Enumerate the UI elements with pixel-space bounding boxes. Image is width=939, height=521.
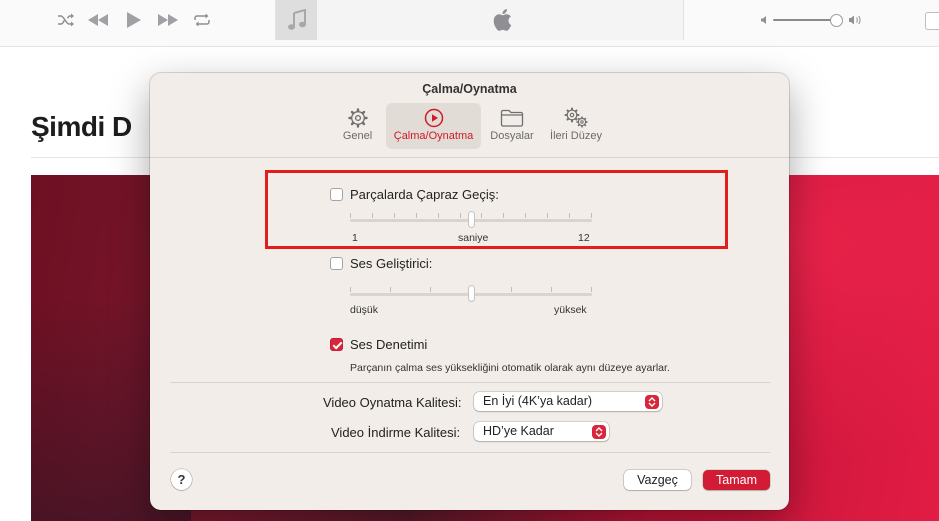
chevron-updown-icon bbox=[592, 424, 606, 439]
volume-slider[interactable] bbox=[760, 12, 864, 28]
list-button[interactable] bbox=[925, 12, 939, 30]
highlight-box bbox=[265, 170, 728, 249]
slider-tick bbox=[551, 287, 552, 292]
slider-tick bbox=[350, 287, 351, 292]
slider-knob[interactable] bbox=[468, 285, 475, 302]
sound-check-label: Ses Denetimi bbox=[350, 337, 428, 352]
tab-general[interactable]: Genel bbox=[338, 103, 377, 149]
slider-tick bbox=[430, 287, 431, 292]
fast-forward-icon[interactable] bbox=[156, 10, 180, 30]
sound-check-checkbox[interactable] bbox=[330, 338, 343, 351]
rewind-icon[interactable] bbox=[86, 10, 110, 30]
folder-icon bbox=[500, 107, 524, 129]
ok-button[interactable]: Tamam bbox=[703, 470, 770, 490]
play-icon[interactable] bbox=[122, 10, 146, 30]
dialog-title: Çalma/Oynatma bbox=[422, 82, 517, 96]
divider bbox=[170, 382, 770, 383]
music-note-icon bbox=[276, 0, 317, 40]
video-playback-quality-select[interactable]: En İyi (4K’ya kadar) bbox=[474, 392, 662, 411]
repeat-icon[interactable] bbox=[190, 10, 214, 30]
sound-enhancer-label: Ses Geliştirici: bbox=[350, 256, 433, 271]
volume-knob[interactable] bbox=[830, 14, 843, 27]
gears-icon bbox=[563, 107, 589, 129]
shuffle-icon[interactable] bbox=[54, 10, 78, 30]
playback-preferences-dialog: Çalma/Oynatma Genel Çalma/Oynatma Dosyal… bbox=[150, 73, 789, 510]
help-button[interactable]: ? bbox=[171, 469, 192, 490]
play-circle-icon bbox=[424, 107, 444, 129]
tab-advanced[interactable]: İleri Düzey bbox=[545, 103, 607, 149]
now-playing-display bbox=[275, 0, 684, 40]
volume-high-icon bbox=[849, 15, 861, 25]
slider-tick bbox=[511, 287, 512, 292]
chevron-updown-icon bbox=[645, 394, 659, 409]
video-download-quality-select[interactable]: HD’ye Kadar bbox=[474, 422, 609, 441]
player-toolbar bbox=[0, 0, 939, 47]
slider-tick bbox=[591, 287, 592, 292]
tab-playback[interactable]: Çalma/Oynatma bbox=[386, 103, 481, 149]
video-download-quality-label: Video İndirme Kalitesi: bbox=[331, 425, 461, 440]
sound-enhancer-max-label: yüksek bbox=[554, 304, 587, 316]
cancel-button[interactable]: Vazgeç bbox=[624, 470, 691, 490]
slider-tick bbox=[390, 287, 391, 292]
gear-icon bbox=[347, 107, 368, 129]
video-playback-quality-label: Video Oynatma Kalitesi: bbox=[323, 395, 462, 410]
preferences-tab-bar: Çalma/Oynatma Genel Çalma/Oynatma Dosyal… bbox=[150, 73, 789, 158]
sound-check-description: Parçanın çalma ses yüksekliğini otomatik… bbox=[350, 362, 670, 374]
sound-enhancer-slider[interactable] bbox=[350, 285, 592, 305]
divider bbox=[170, 452, 770, 453]
page-title: Şimdi D bbox=[31, 111, 132, 142]
sound-enhancer-min-label: düşük bbox=[350, 304, 379, 316]
volume-low-icon bbox=[761, 16, 766, 24]
apple-logo-icon bbox=[492, 8, 512, 37]
tab-files[interactable]: Dosyalar bbox=[487, 103, 537, 149]
sound-enhancer-checkbox[interactable] bbox=[330, 257, 343, 270]
